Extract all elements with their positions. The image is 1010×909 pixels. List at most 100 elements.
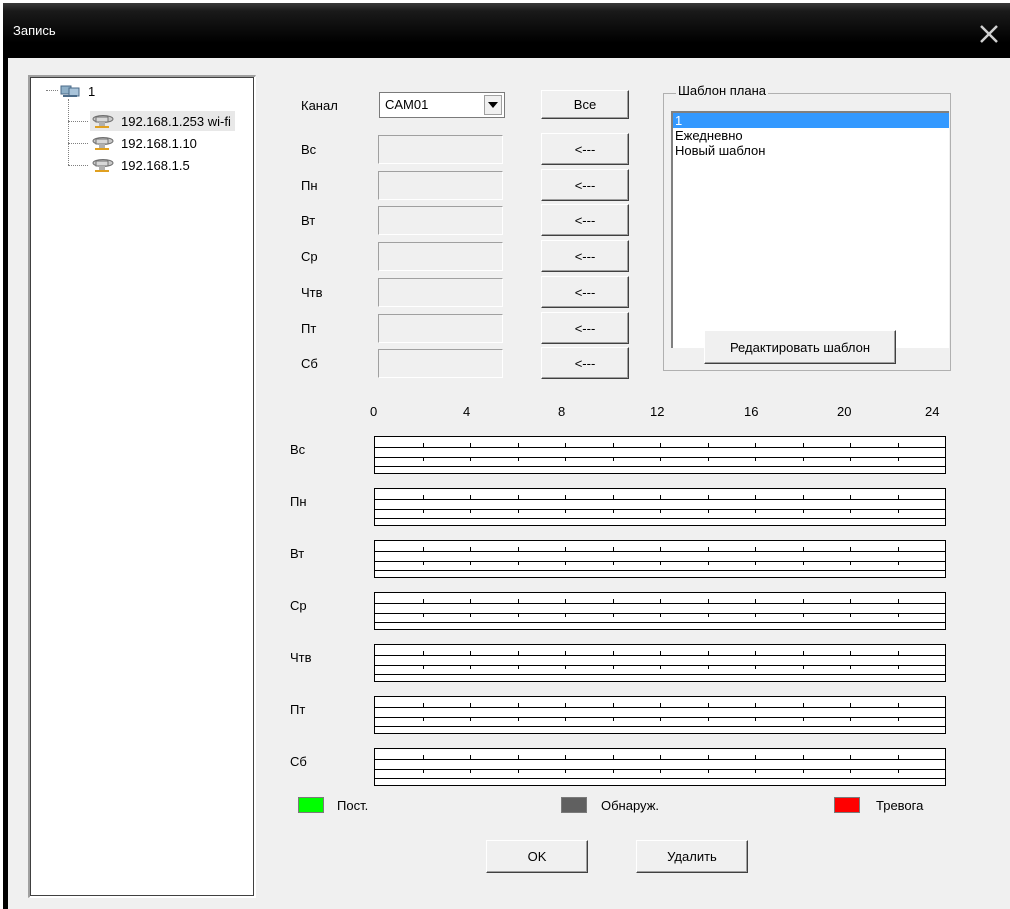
timeline-tick xyxy=(850,509,851,513)
timeline-tick xyxy=(470,599,471,603)
channel-select[interactable]: CAM01 xyxy=(379,92,505,118)
timeline-tick xyxy=(518,613,519,617)
timeline-mon[interactable] xyxy=(374,488,946,526)
timeline-tick xyxy=(470,561,471,565)
template-group-title: Шаблон плана xyxy=(676,83,769,98)
list-item[interactable]: Новый шаблон xyxy=(673,143,949,158)
copy-button-thu[interactable]: <--- xyxy=(541,276,629,308)
timeline-tick xyxy=(470,651,471,655)
tree-line xyxy=(68,99,69,165)
timeline-tick xyxy=(850,769,851,773)
timeline-tue[interactable] xyxy=(374,540,946,578)
legend-swatch-constant xyxy=(298,797,324,813)
timeline-tick xyxy=(708,717,709,721)
timeline-divider xyxy=(375,499,945,500)
camera-icon xyxy=(92,115,114,128)
template-list[interactable]: 1 Ежедневно Новый шаблон xyxy=(671,111,949,348)
timeline-fri[interactable] xyxy=(374,696,946,734)
device-tree[interactable]: 1 192.168.1.253 wi-fi 192.168.1.10 192.1… xyxy=(28,75,256,898)
window-title: Запись xyxy=(13,23,56,38)
timeline-tick xyxy=(470,457,471,461)
chevron-down-icon[interactable] xyxy=(484,95,502,115)
timeline-tick xyxy=(423,717,424,721)
timeline-tick xyxy=(470,443,471,447)
timeline-tick xyxy=(755,561,756,565)
timeline-tick xyxy=(565,561,566,565)
day-field-sun[interactable] xyxy=(378,135,503,164)
list-item[interactable]: Ежедневно xyxy=(673,128,949,143)
timeline-tick xyxy=(803,457,804,461)
timeline-divider xyxy=(375,622,945,623)
timeline-sat[interactable] xyxy=(374,748,946,786)
timeline-thu[interactable] xyxy=(374,644,946,682)
timeline-tick xyxy=(850,755,851,759)
timeline-tick xyxy=(803,717,804,721)
day-field-thu[interactable] xyxy=(378,278,503,307)
all-button[interactable]: Все xyxy=(541,90,629,119)
timeline-divider xyxy=(375,707,945,708)
timeline-tick xyxy=(518,717,519,721)
day-field-sat[interactable] xyxy=(378,349,503,378)
timeline-tick xyxy=(660,755,661,759)
tree-item-label: 192.168.1.10 xyxy=(121,135,197,151)
timeline-tick xyxy=(423,651,424,655)
timeline-tick xyxy=(470,703,471,707)
day-field-tue[interactable] xyxy=(378,206,503,235)
timeline-sun[interactable] xyxy=(374,436,946,474)
copy-button-sat[interactable]: <--- xyxy=(541,347,629,379)
timeline-tick xyxy=(470,495,471,499)
timeline-tick xyxy=(803,561,804,565)
ok-button[interactable]: OK xyxy=(486,840,588,873)
day-field-wed[interactable] xyxy=(378,242,503,271)
edit-template-button[interactable]: Редактировать шаблон xyxy=(704,330,896,364)
legend-swatch-alarm xyxy=(834,797,860,813)
timeline-tick xyxy=(565,755,566,759)
tree-line xyxy=(68,121,88,122)
timeline-tick xyxy=(708,561,709,565)
close-icon[interactable] xyxy=(976,21,1002,47)
timeline-tick xyxy=(565,717,566,721)
timeline-tick xyxy=(755,703,756,707)
timeline-day-label: Пт xyxy=(290,702,306,717)
tree-item-device[interactable]: 192.168.1.10 xyxy=(90,133,201,153)
timeline-wed[interactable] xyxy=(374,592,946,630)
timeline-tick xyxy=(898,457,899,461)
timeline-tick xyxy=(518,495,519,499)
legend-swatch-motion xyxy=(561,797,587,813)
copy-button-fri[interactable]: <--- xyxy=(541,312,629,344)
timeline-tick xyxy=(660,547,661,551)
timeline-tick xyxy=(518,755,519,759)
tree-root[interactable]: 1 xyxy=(60,82,95,100)
timeline-tick xyxy=(613,495,614,499)
timeline-tick xyxy=(518,547,519,551)
timeline-divider xyxy=(375,674,945,675)
timeline-tick xyxy=(850,561,851,565)
copy-button-mon[interactable]: <--- xyxy=(541,169,629,201)
timeline-tick xyxy=(565,665,566,669)
day-field-fri[interactable] xyxy=(378,314,503,343)
timeline-tick xyxy=(755,717,756,721)
title-bar[interactable]: Запись xyxy=(3,3,1010,55)
timeline-tick xyxy=(518,443,519,447)
timeline-tick xyxy=(708,703,709,707)
timeline-day-label: Чтв xyxy=(290,650,312,665)
timeline-divider xyxy=(375,759,945,760)
list-item[interactable]: 1 xyxy=(673,113,949,128)
timeline-day-label: Вт xyxy=(290,546,305,561)
copy-button-tue[interactable]: <--- xyxy=(541,204,629,236)
timeline-tick xyxy=(660,495,661,499)
tree-item-device[interactable]: 192.168.1.5 xyxy=(90,155,194,175)
delete-button[interactable]: Удалить xyxy=(636,840,748,873)
timeline-tick xyxy=(660,599,661,603)
day-field-mon[interactable] xyxy=(378,171,503,200)
timeline-tick xyxy=(660,457,661,461)
legend-label-motion: Обнаруж. xyxy=(601,798,660,813)
timeline-tick xyxy=(755,665,756,669)
copy-button-sun[interactable]: <--- xyxy=(541,133,629,165)
copy-button-wed[interactable]: <--- xyxy=(541,240,629,272)
tree-item-device[interactable]: 192.168.1.253 wi-fi xyxy=(90,111,235,131)
day-label-thu: Чтв xyxy=(301,285,323,300)
hour-label: 20 xyxy=(837,404,852,419)
timeline-tick xyxy=(898,717,899,721)
timeline-divider xyxy=(375,603,945,604)
